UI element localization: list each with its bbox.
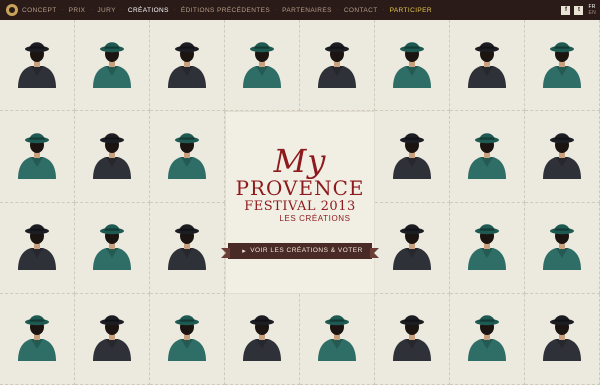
man-in-hat-illustration [18,224,56,270]
creation-tile[interactable] [75,20,150,112]
nav-item-partenaires[interactable]: Partenaires [282,7,332,14]
nav-item-participer[interactable]: Participer [390,7,432,14]
man-in-hat-illustration [18,133,56,179]
nav-separator: · [173,7,176,13]
man-in-hat-illustration [168,224,206,270]
man-in-hat-illustration [318,315,356,362]
man-in-hat-illustration [93,41,131,88]
man-in-hat-illustration [93,224,131,270]
title-my: My [273,141,327,180]
man-in-hat-illustration [468,224,506,270]
festival-logo[interactable] [6,4,18,16]
man-in-hat-illustration [168,133,206,179]
nav-item-contact[interactable]: Contact [344,7,378,14]
creation-tile[interactable] [375,202,450,294]
hero-panel: My PROVENCE FESTIVAL 2013 Les créations … [221,111,379,294]
creation-tile[interactable] [0,111,75,203]
man-in-hat-illustration [93,133,131,179]
nav-item-cr-ations[interactable]: Créations [128,7,169,14]
nav-separator: · [275,7,278,13]
man-in-hat-illustration [243,41,281,88]
top-navigation: Concept · Prix · Jury · Créations · Éditions pré… [0,0,600,20]
creation-tile[interactable] [525,293,600,385]
man-in-hat-illustration [468,315,506,362]
man-in-hat-illustration [543,315,581,362]
nav-separator: · [61,7,64,13]
nav-right-group: f t FR EN [557,2,596,18]
creation-tile[interactable] [150,20,225,112]
nav-item--ditions-pr-c-dentes[interactable]: Éditions précédentes [181,7,270,14]
title-provence: PROVENCE [235,175,365,200]
creation-tile[interactable] [150,111,225,203]
subtitle: Les créations [279,213,351,223]
creation-tile[interactable] [300,293,375,385]
creation-tile[interactable] [450,202,525,294]
creation-tile[interactable] [0,293,75,385]
man-in-hat-illustration [393,41,431,88]
facebook-icon[interactable]: f [561,5,571,15]
creation-tile[interactable] [450,293,525,385]
man-in-hat-illustration [468,41,506,88]
vote-button-label: Voir les créations & voter [250,247,363,254]
creation-tile[interactable] [450,20,525,112]
man-in-hat-illustration [18,41,56,88]
creation-tile[interactable] [75,202,150,294]
creation-tile[interactable] [450,111,525,203]
creation-tile[interactable] [75,111,150,203]
nav-separator: · [90,7,93,13]
man-in-hat-illustration [243,315,281,362]
nav-separator: · [336,7,339,13]
language-switcher: FR EN [588,4,596,16]
creation-tile[interactable] [375,293,450,385]
title-festival: FESTIVAL 2013 [244,198,356,214]
creation-tile[interactable] [375,111,450,203]
creation-tile[interactable] [0,20,75,112]
creation-tile[interactable] [225,20,300,112]
creation-tile[interactable] [0,202,75,294]
creation-tile[interactable] [225,293,300,385]
man-in-hat-illustration [393,315,431,362]
main-menu: Concept · Prix · Jury · Créations · Éditions pré… [22,7,432,14]
creation-tile[interactable] [150,293,225,385]
creation-tile[interactable] [525,202,600,294]
man-in-hat-illustration [18,315,56,362]
creation-tile[interactable] [150,202,225,294]
creation-tile[interactable] [75,293,150,385]
man-in-hat-illustration [93,315,131,362]
creation-tile[interactable] [525,111,600,203]
creations-grid: My PROVENCE FESTIVAL 2013 Les créations … [0,20,600,385]
man-in-hat-illustration [393,133,431,179]
man-in-hat-illustration [543,133,581,179]
nav-item-prix[interactable]: Prix [69,7,86,14]
man-in-hat-illustration [168,41,206,88]
man-in-hat-illustration [468,133,506,179]
man-in-hat-illustration [318,41,356,88]
creation-tile[interactable] [375,20,450,112]
chevron-right-icon: ▸ [242,247,247,255]
man-in-hat-illustration [168,315,206,362]
twitter-icon[interactable]: t [574,5,584,15]
man-in-hat-illustration [543,224,581,270]
nav-item-concept[interactable]: Concept [22,7,57,14]
nav-separator: · [382,7,385,13]
creation-tile[interactable] [300,20,375,112]
nav-separator: · [120,7,123,13]
creation-tile[interactable] [525,20,600,112]
vote-button[interactable]: ▸ Voir les créations & voter [221,242,379,259]
nav-item-jury[interactable]: Jury [97,7,115,14]
man-in-hat-illustration [543,41,581,88]
language-en[interactable]: EN [588,10,596,16]
man-in-hat-illustration [393,224,431,270]
